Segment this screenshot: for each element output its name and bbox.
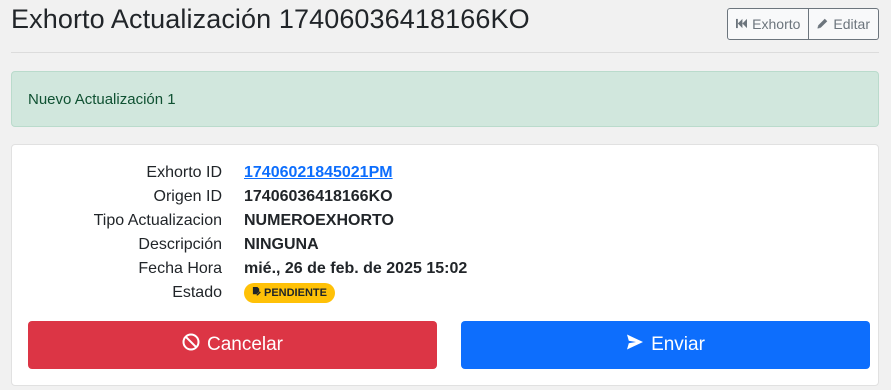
skip-back-icon bbox=[736, 16, 748, 32]
detail-label: Fecha Hora bbox=[138, 260, 222, 277]
exhorto-id-link[interactable]: 17406021845021PM bbox=[244, 164, 393, 182]
detail-label: Estado bbox=[172, 284, 222, 301]
status-badge: PENDIENTE bbox=[244, 283, 335, 303]
exhorto-button-label: Exhorto bbox=[752, 16, 801, 32]
send-button-label: Enviar bbox=[651, 334, 705, 355]
status-badge-label: PENDIENTE bbox=[264, 287, 327, 299]
detail-row-descripcion: Descripción NINGUNA bbox=[12, 233, 878, 257]
detail-label: Descripción bbox=[138, 236, 222, 253]
detail-row-fecha-hora: Fecha Hora mié., 26 de feb. de 2025 15:0… bbox=[12, 257, 878, 281]
detail-value: NUMEROEXHORTO bbox=[244, 212, 394, 229]
pencil-icon bbox=[817, 16, 828, 32]
page: Exhorto Actualización 17406036418166KO E… bbox=[0, 0, 891, 390]
editar-button[interactable]: Editar bbox=[809, 8, 879, 40]
detail-card: Exhorto ID 17406021845021PM Origen ID 17… bbox=[11, 144, 879, 386]
detail-value: NINGUNA bbox=[244, 236, 319, 253]
ban-icon bbox=[182, 333, 200, 357]
success-alert: Nuevo Actualización 1 bbox=[11, 71, 879, 127]
editar-button-label: Editar bbox=[833, 16, 870, 32]
detail-label: Exhorto ID bbox=[146, 164, 222, 181]
detail-value: mié., 26 de feb. de 2025 15:02 bbox=[244, 260, 468, 277]
alert-message: Nuevo Actualización 1 bbox=[28, 90, 176, 108]
detail-label: Tipo Actualizacion bbox=[93, 212, 222, 229]
cancel-button-label: Cancelar bbox=[206, 334, 284, 355]
detail-value: 17406036418166KO bbox=[244, 188, 393, 205]
file-edit-icon bbox=[252, 287, 261, 299]
header-divider bbox=[11, 52, 879, 53]
detail-list: Exhorto ID 17406021845021PM Origen ID 17… bbox=[12, 161, 878, 305]
detail-row-estado: Estado PENDIENTE bbox=[12, 281, 878, 305]
page-title: Exhorto Actualización 17406036418166KO bbox=[11, 4, 530, 34]
paper-plane-icon bbox=[626, 333, 644, 357]
detail-row-tipo: Tipo Actualizacion NUMEROEXHORTO bbox=[12, 209, 878, 233]
detail-row-exhorto-id: Exhorto ID 17406021845021PM bbox=[12, 161, 878, 185]
header-button-group: Exhorto Editar bbox=[727, 8, 879, 40]
detail-row-origen-id: Origen ID 17406036418166KO bbox=[12, 185, 878, 209]
detail-label: Origen ID bbox=[153, 188, 222, 205]
exhorto-button[interactable]: Exhorto bbox=[727, 8, 810, 40]
send-button[interactable]: Enviar bbox=[461, 321, 870, 369]
cancel-button[interactable]: Cancelar bbox=[28, 321, 437, 369]
